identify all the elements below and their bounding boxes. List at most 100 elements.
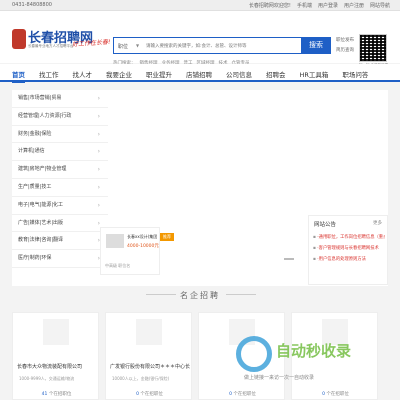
register-link[interactable]: 用户注册	[344, 2, 364, 9]
category-label: 计算机|通信	[18, 148, 45, 155]
nav-item-enterprise[interactable]: 我要企业	[106, 69, 132, 83]
announcement-item[interactable]: ·用户信息的处理原则方法	[313, 256, 385, 262]
company-card[interactable]: 广发银行股份有限公司＊＊＊中心长 10000人以上，金融(银行/保险) 0 个在…	[105, 312, 192, 400]
chevron-right-icon: ›	[97, 95, 100, 102]
login-link[interactable]: 用户登录	[318, 2, 338, 9]
resume-search-link[interactable]: 简历查询	[336, 47, 354, 53]
featured-company-name: 长春xx设计(集团	[127, 234, 158, 239]
company-logo	[136, 319, 162, 345]
category-label: 广告|媒体|艺术|出版	[18, 219, 64, 226]
post-job-link[interactable]: 职位发布	[336, 37, 354, 43]
company-name: 广发银行股份有限公司＊＊＊中心长	[110, 364, 191, 370]
announcement-more-link[interactable]: 更多	[373, 220, 382, 226]
site-nav-link[interactable]: 网站导航	[370, 2, 390, 9]
category-item[interactable]: 计算机|通信 ›	[12, 143, 108, 162]
chevron-right-icon: ›	[97, 201, 100, 209]
announcement-list: ·通用职位，工作岗位招聘信息（重点 ·客户管理规则与长春招聘网技术 ·用户信息的…	[313, 234, 385, 267]
category-item[interactable]: 医疗|制药|环保 ›	[12, 250, 108, 268]
announcement-item[interactable]: ·通用职位，工作岗位招聘信息（重点	[313, 234, 385, 240]
main-nav: 首页 找工作 找人才 我要企业 职业提升 店铺招聘 公司信息 招聘会 HR工具箱…	[0, 64, 400, 83]
category-label: 教育|法律|咨询|翻译	[18, 237, 64, 244]
category-item[interactable]: 建筑|房地产|物业管理 ›	[12, 161, 108, 179]
category-label: 建筑|房地产|物业管理	[18, 166, 67, 173]
company-jobs: 41 个在招职位	[13, 391, 100, 397]
company-jobs: 0 个在招职位	[292, 391, 379, 397]
nav-item-job-fair[interactable]: 招聘会	[266, 69, 286, 83]
announcement-item[interactable]: ·客户管理规则与长春招聘网技术	[313, 245, 385, 251]
category-label: 生产|质量|技工	[18, 183, 52, 190]
hotline-text: 0431-84808800	[12, 2, 52, 8]
company-jobs-count: 0	[136, 392, 139, 397]
company-jobs-label: 个在招职位	[48, 392, 72, 397]
category-label: 财务|金融|保险	[18, 130, 52, 137]
category-item[interactable]: 生产|质量|技工 ›	[12, 179, 108, 197]
category-list: 销售|市场营销|贸易 › 经营管理|人力资源|行政 › 财务|金融|保险 › 计算机|…	[12, 90, 108, 268]
recommend-badge: 推荐	[160, 233, 174, 241]
carousel-indicator[interactable]	[284, 258, 294, 260]
category-label: 销售|市场营销|贸易	[18, 95, 62, 101]
category-item[interactable]: 经营管理|人力资源|行政 ›	[12, 108, 108, 126]
category-item[interactable]: 电子|电气|能源|化工 ›	[12, 197, 108, 215]
main-panel: 销售|市场营销|贸易 › 经营管理|人力资源|行政 › 财务|金融|保险 › 计算机|…	[12, 90, 388, 286]
welcome-text: 长春招聘网欢迎您!	[248, 3, 291, 9]
qr-code	[359, 34, 387, 62]
top-bar: 0431-84808800 长春招聘网欢迎您! 手机端 用户登录 用户注册 网站…	[0, 0, 400, 11]
watermark-logo-icon	[236, 336, 272, 372]
chevron-down-icon[interactable]: ▼	[136, 43, 139, 48]
company-jobs-label: 个在招职位	[233, 392, 256, 397]
company-name: 长春市大众物流装配有限公司	[17, 364, 83, 370]
chevron-right-icon: ›	[97, 130, 100, 138]
company-logo	[106, 234, 124, 248]
company-jobs-count: 0	[229, 392, 232, 397]
logo-icon	[12, 29, 26, 49]
header-links: 职位发布 简历查询	[336, 37, 354, 53]
chevron-right-icon: ›	[97, 148, 100, 156]
category-label: 医疗|制药|环保	[18, 255, 52, 262]
nav-item-career[interactable]: 职业提升	[146, 69, 172, 83]
nav-item-hr-tools[interactable]: HR工具箱	[300, 69, 329, 83]
mobile-link[interactable]: 手机端	[297, 2, 312, 9]
category-label: 经营管理|人力资源|行政	[18, 112, 72, 119]
company-logo	[43, 319, 69, 345]
company-jobs-label: 个在招职位	[326, 392, 349, 397]
search-box: 职位 ▼ 搜索	[113, 37, 331, 54]
announcement-box: 网站公告 更多 ·通用职位，工作岗位招聘信息（重点 ·客户管理规则与长春招聘网技…	[308, 215, 388, 285]
featured-salary: 4000-10000元	[127, 244, 159, 249]
company-jobs-label: 个在招职位	[140, 392, 163, 397]
category-label: 电子|电气|能源|化工	[18, 201, 64, 208]
top-links: 长春招聘网欢迎您! 手机端 用户登录 用户注册 网站导航	[249, 2, 390, 9]
company-jobs: 0 个在招职位	[106, 391, 193, 397]
search-type-select[interactable]: 职位	[118, 43, 128, 50]
chevron-right-icon: ›	[97, 166, 100, 174]
company-jobs-count: 41	[41, 392, 48, 397]
company-jobs: 0 个在招职位	[199, 391, 286, 397]
company-info: 10000人以上，金融(银行/保险)	[112, 376, 170, 381]
chevron-right-icon: ›	[97, 112, 100, 120]
nav-item-home[interactable]: 首页	[12, 69, 25, 83]
logo-subtitle: 长春最专业地方人才招聘平台	[28, 44, 74, 48]
category-item[interactable]: 销售|市场营销|贸易 ›	[12, 90, 108, 108]
watermark-text: 自动秒收录	[276, 342, 352, 360]
nav-item-company-info[interactable]: 公司信息	[226, 69, 252, 83]
nav-item-find-job[interactable]: 找工作	[39, 69, 59, 83]
company-jobs-count: 0	[322, 392, 325, 397]
featured-job-meta: 中高级 职位名	[105, 263, 131, 268]
nav-item-shop-jobs[interactable]: 店铺招聘	[186, 69, 212, 83]
watermark-subtext: 做上链接一来访一次一自动收录	[244, 375, 315, 381]
slogan: 好工作在长春!	[71, 38, 111, 49]
search-button[interactable]: 搜索	[301, 37, 331, 54]
company-info: 1000-9999人，交通运输/物流	[19, 376, 75, 381]
featured-job-card[interactable]: 长春xx设计(集团 4000-10000元 中高级 职位名	[100, 227, 160, 275]
category-item[interactable]: 广告|媒体|艺术|出版 ›	[12, 215, 108, 233]
category-item[interactable]: 财务|金融|保险 ›	[12, 126, 108, 144]
divider	[226, 294, 256, 295]
category-item[interactable]: 教育|法律|咨询|翻译 ›	[12, 232, 108, 251]
watermark-overlay: 自动秒收录 做上链接一来访一次一自动收录	[236, 336, 386, 386]
nav-item-find-talent[interactable]: 找人才	[73, 69, 93, 83]
section-title-famous-companies: 名企招聘	[180, 291, 220, 300]
search-input[interactable]	[146, 41, 296, 52]
company-card[interactable]: 长春市大众物流装配有限公司 1000-9999人，交通运输/物流 41 个在招职…	[12, 312, 99, 400]
announcement-title: 网站公告	[314, 222, 337, 228]
chevron-right-icon: ›	[97, 183, 100, 191]
nav-item-qa[interactable]: 职场问答	[342, 69, 368, 83]
